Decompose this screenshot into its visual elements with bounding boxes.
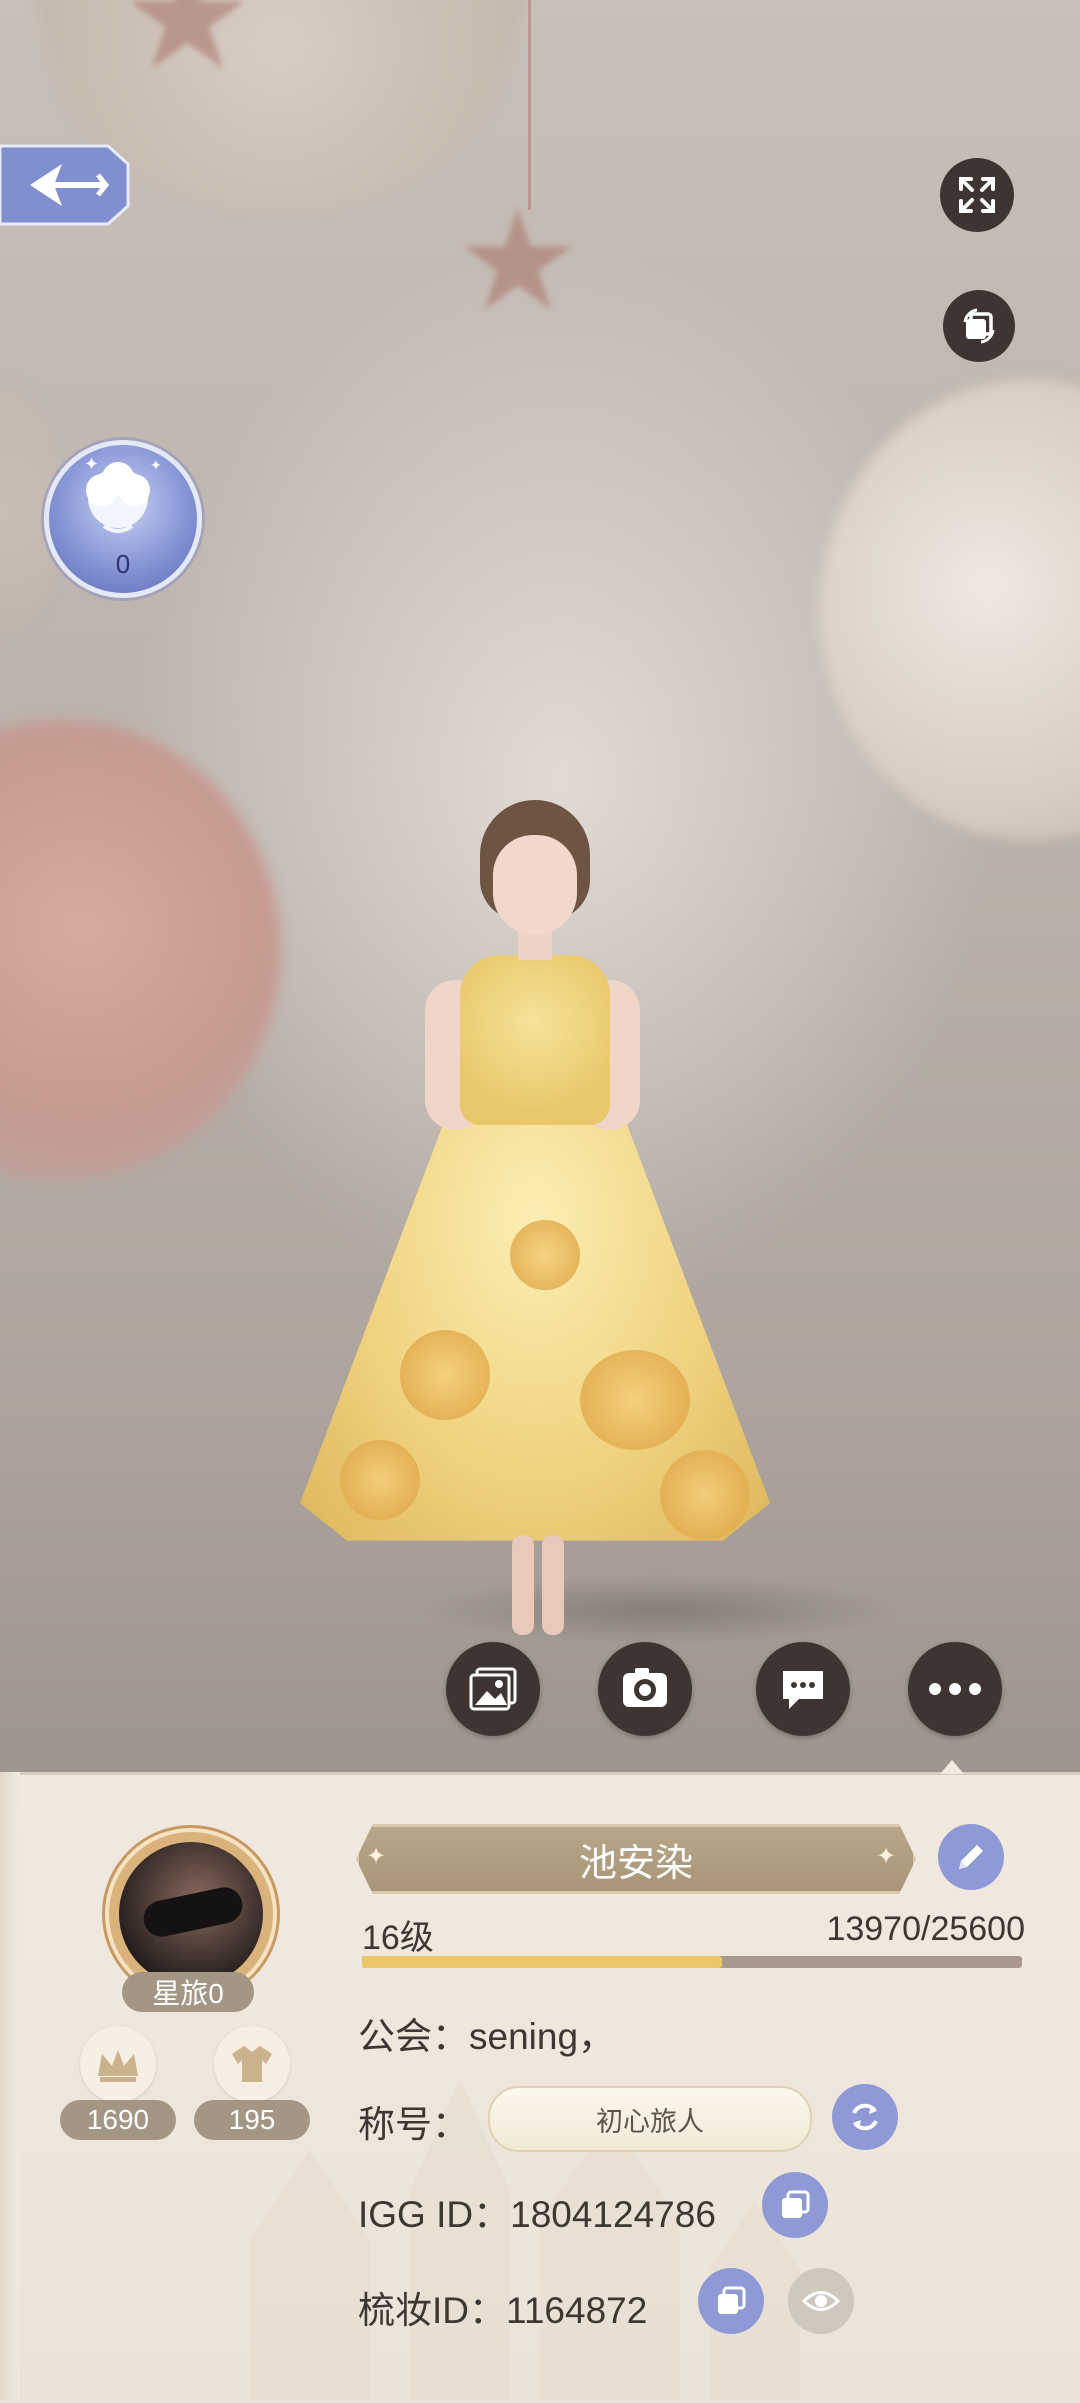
- sparkle-icon: ✦: [876, 1843, 897, 1870]
- card-edge: [0, 1772, 20, 2400]
- switch-view-button[interactable]: [943, 290, 1015, 362]
- outfit-stat[interactable]: [214, 2026, 290, 2102]
- pencil-icon: [959, 1845, 983, 1869]
- fullscreen-button[interactable]: [940, 158, 1014, 232]
- dress-rose: [660, 1450, 750, 1540]
- avatar-image: [119, 1842, 263, 1986]
- crown-count: 1690: [60, 2100, 176, 2140]
- star-decoration: ★: [120, 0, 255, 100]
- copy-icon: [718, 2286, 746, 2314]
- chat-button[interactable]: [756, 1642, 850, 1736]
- copy-makeup-id-button[interactable]: [698, 2268, 764, 2334]
- makeup-id-text: 梳妆ID：1164872: [358, 2290, 648, 2331]
- eye-icon: [801, 2291, 841, 2311]
- background-orb: [0, 720, 280, 1180]
- gallery-button[interactable]: [446, 1642, 540, 1736]
- character-face: [493, 835, 577, 935]
- experience-bar: [362, 1956, 1022, 1968]
- camera-button[interactable]: [598, 1642, 692, 1736]
- title-plate[interactable]: 初心旅人: [488, 2086, 812, 2152]
- back-button[interactable]: [0, 142, 130, 228]
- title-value: 初心旅人: [596, 2106, 704, 2137]
- edit-name-button[interactable]: [938, 1824, 1004, 1890]
- experience-text: 13970/25600: [826, 1910, 1025, 1948]
- background-orb: [820, 380, 1080, 840]
- hanging-string: [528, 0, 531, 210]
- copy-igg-id-button[interactable]: [762, 2172, 828, 2238]
- svg-text:✦: ✦: [84, 454, 99, 474]
- player-name-bar: 池安染: [356, 1824, 916, 1894]
- more-icon: [929, 1683, 981, 1695]
- rose-count: 0: [115, 549, 131, 579]
- dress-rose: [510, 1220, 580, 1290]
- igg-id-text: IGG ID：1804124786: [358, 2194, 716, 2235]
- back-arrow-icon: [0, 144, 130, 226]
- guild-text: 公会：sening，: [358, 2016, 616, 2057]
- dress-rose: [580, 1350, 690, 1450]
- rose-like-badge[interactable]: ✦ ✦ 0: [44, 440, 202, 598]
- chat-icon: [783, 1671, 823, 1709]
- experience-bar-fill: [362, 1956, 723, 1968]
- crown-stat[interactable]: [80, 2026, 156, 2102]
- view-makeup-button[interactable]: [788, 2268, 854, 2334]
- character-model[interactable]: [280, 790, 790, 1650]
- camera-icon: [623, 1668, 667, 1707]
- dress-rose: [400, 1330, 490, 1420]
- image-icon: [469, 1667, 517, 1711]
- dress-bodice: [460, 955, 610, 1125]
- player-level: 16级: [362, 1919, 434, 1957]
- copy-icon: [782, 2190, 810, 2218]
- dress-rose: [340, 1440, 420, 1520]
- more-button[interactable]: [908, 1642, 1002, 1736]
- character-scene: ★ ★: [0, 0, 1080, 1780]
- outfit-count: 195: [194, 2100, 310, 2140]
- crown-icon: [98, 2050, 138, 2082]
- character-leg: [542, 1535, 564, 1635]
- rotate-icon: [963, 308, 995, 344]
- player-name: 池安染: [578, 1842, 693, 1885]
- avatar-mask: [140, 1883, 246, 1941]
- character-leg: [512, 1535, 534, 1635]
- star-decoration: ★: [455, 182, 581, 339]
- refresh-icon: [852, 2103, 878, 2131]
- sparkle-icon: ✦: [366, 1843, 387, 1870]
- svg-text:✦: ✦: [150, 457, 162, 473]
- expand-icon: [959, 177, 995, 213]
- avatar-tag: 星旅0: [122, 1972, 254, 2012]
- rose-icon: ✦ ✦: [84, 454, 162, 533]
- card-pointer: [940, 1760, 964, 1774]
- title-label: 称号：: [358, 2104, 469, 2145]
- outfit-icon: [232, 2046, 272, 2082]
- change-title-button[interactable]: [832, 2084, 898, 2150]
